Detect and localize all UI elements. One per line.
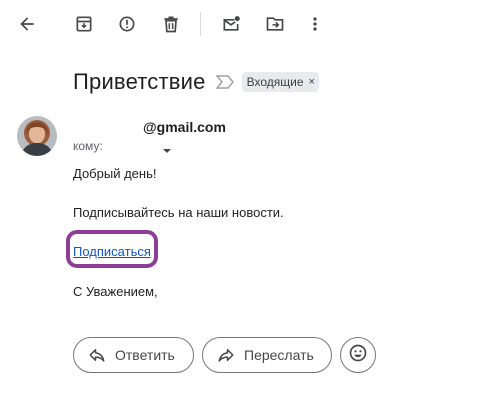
forward-label: Переслать — [244, 347, 314, 363]
report-spam-icon[interactable] — [115, 12, 139, 36]
sender-email: @gmail.com — [143, 119, 226, 135]
mark-unread-icon[interactable] — [219, 12, 243, 36]
body-closing: С Уважением, — [73, 284, 158, 299]
body-greeting: Добрый день! — [73, 166, 157, 181]
recipients-label: кому: — [73, 139, 103, 153]
show-details-icon[interactable] — [162, 142, 172, 153]
recipients-line: кому: — [73, 139, 103, 153]
toolbar — [0, 0, 489, 48]
label-chip[interactable]: Входящие × — [241, 72, 319, 92]
emoji-reaction-button[interactable] — [340, 337, 376, 373]
reply-button[interactable]: Ответить — [73, 337, 194, 373]
move-to-icon[interactable] — [263, 12, 287, 36]
forward-icon — [217, 346, 235, 364]
reply-label: Ответить — [115, 347, 175, 363]
body-text: Подписывайтесь на наши новости. — [73, 205, 284, 220]
reply-icon — [88, 346, 106, 364]
forward-button[interactable]: Переслать — [202, 337, 332, 373]
delete-icon[interactable] — [159, 12, 183, 36]
more-vert-icon[interactable] — [303, 12, 327, 36]
link-highlight-annotation — [66, 230, 158, 268]
avatar[interactable] — [17, 116, 57, 156]
archive-icon[interactable] — [72, 12, 96, 36]
remove-label-icon[interactable]: × — [309, 76, 315, 88]
importance-marker-icon[interactable] — [215, 75, 234, 89]
email-subject: Приветствие — [73, 69, 206, 94]
subject-row: Приветствие Входящие × — [73, 66, 319, 98]
label-chip-text: Входящие — [246, 75, 304, 89]
emoji-icon — [348, 343, 368, 368]
back-arrow-icon[interactable] — [15, 12, 39, 36]
toolbar-divider — [200, 12, 201, 36]
